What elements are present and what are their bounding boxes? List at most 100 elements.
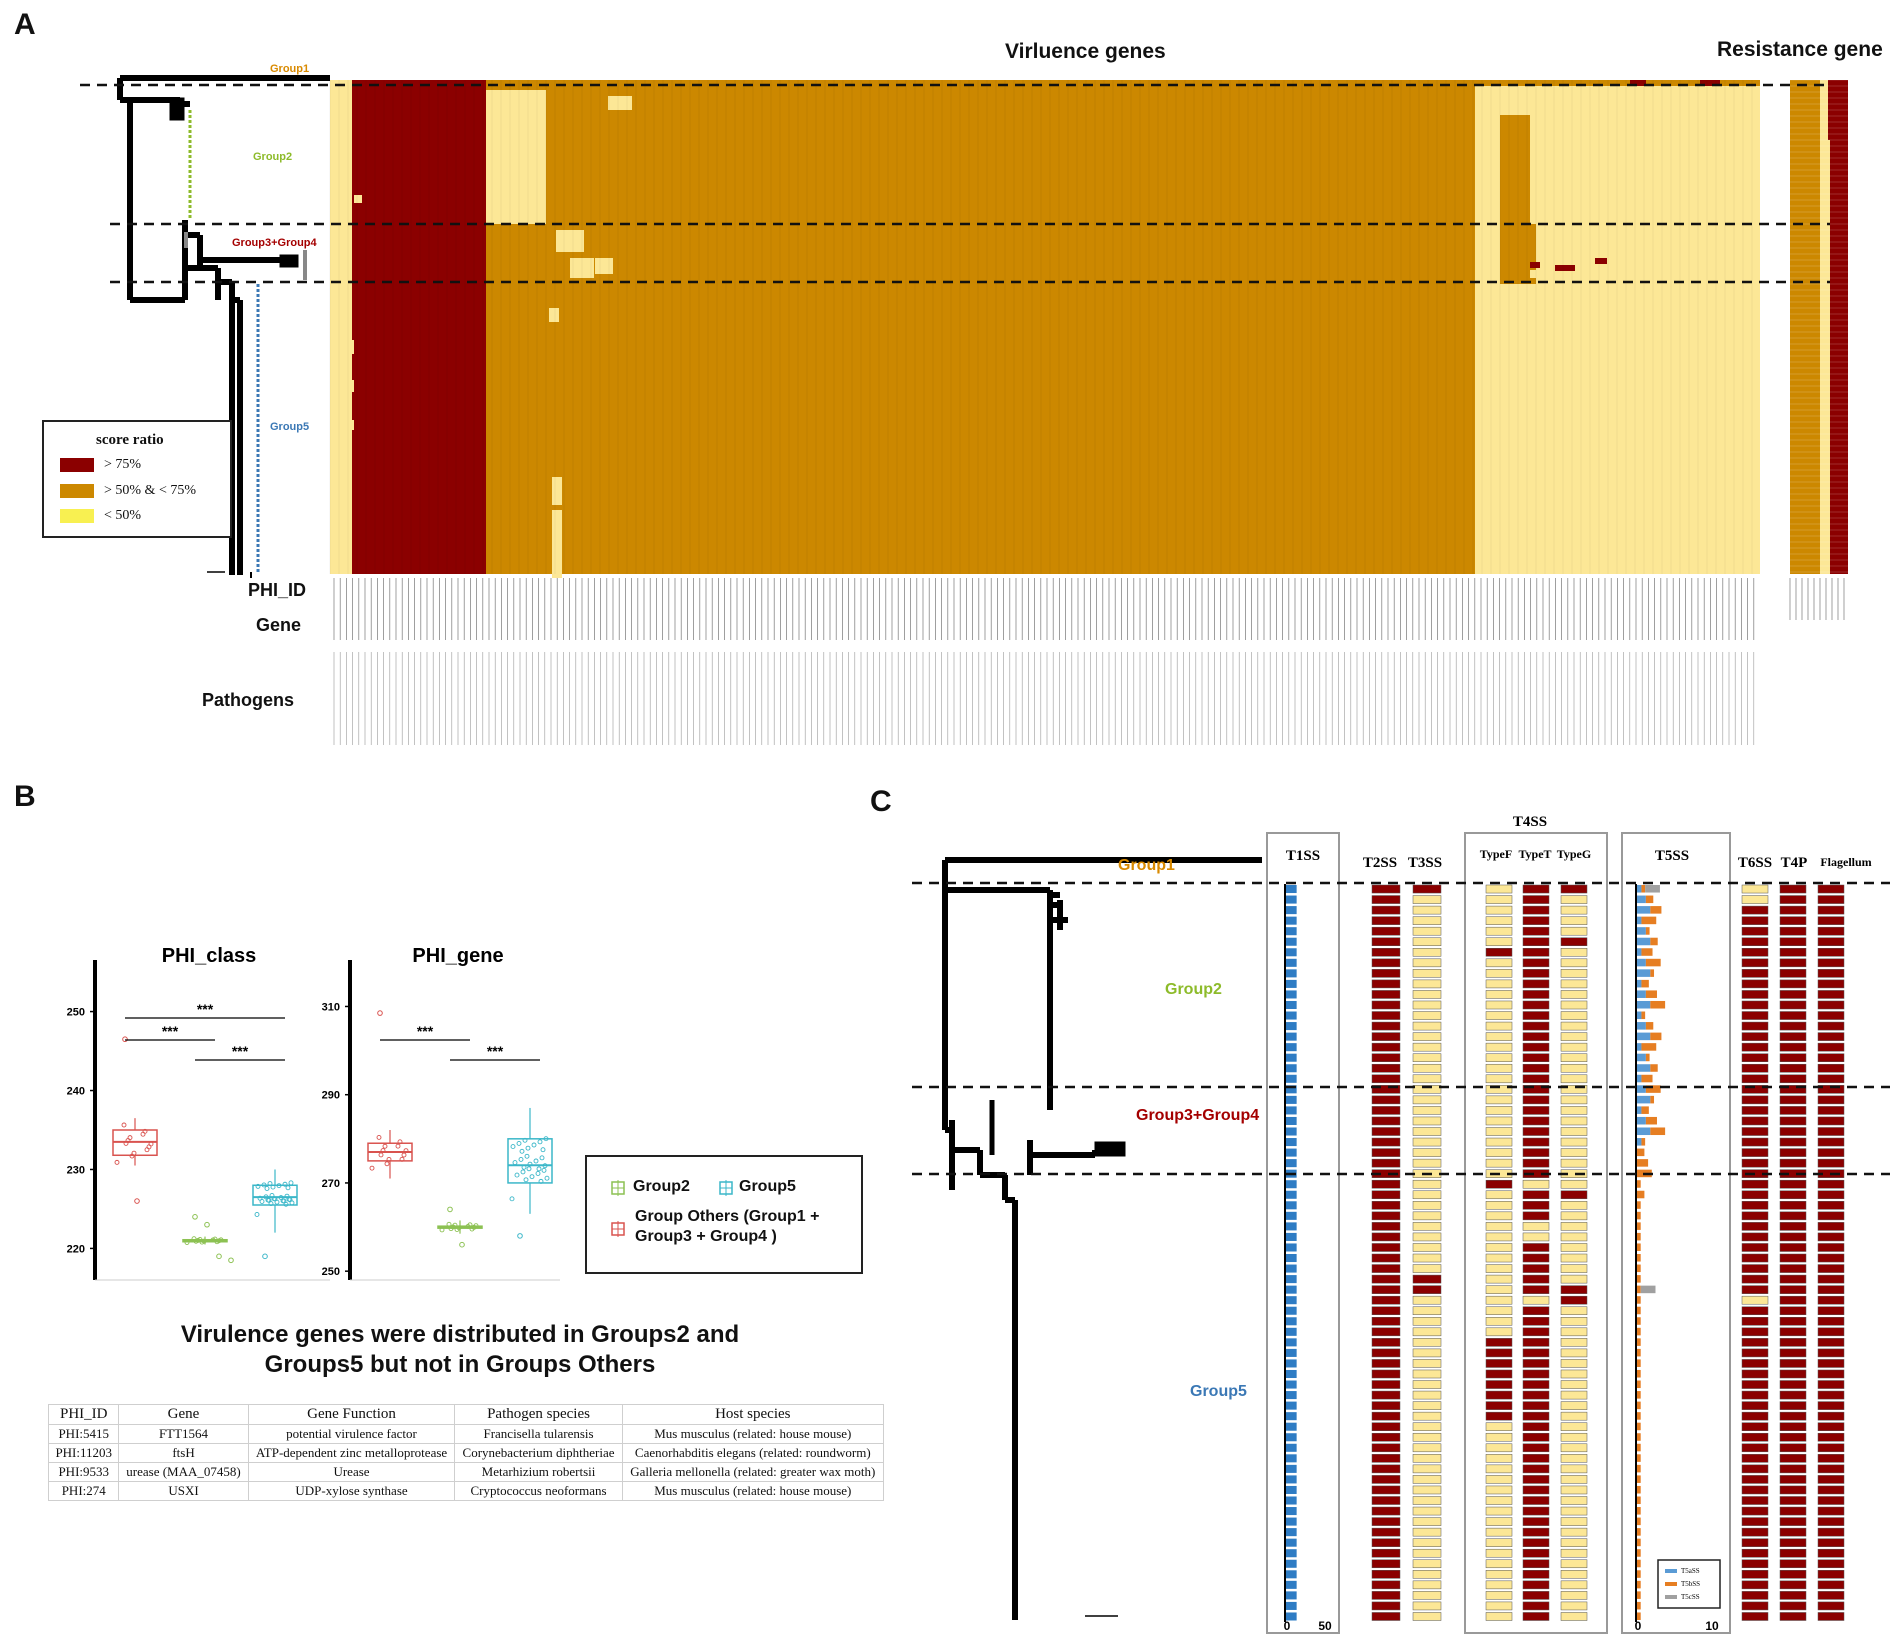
presence-cell <box>1485 1074 1513 1084</box>
presence-cell <box>1412 1538 1442 1547</box>
presence-cell <box>1817 1274 1845 1284</box>
presence-cell <box>1817 1475 1845 1484</box>
outlier-point <box>517 1233 523 1239</box>
presence-cell <box>1560 958 1588 968</box>
presence-cell <box>1371 1527 1401 1537</box>
presence-cell <box>1741 1591 1769 1600</box>
t5ass-bar <box>1637 1106 1642 1114</box>
presence-cell <box>1560 1359 1588 1368</box>
table-cell: Mus musculus (related: house mouse) <box>621 1424 885 1444</box>
presence-cell <box>1560 1612 1588 1621</box>
presence-cell <box>1741 1201 1769 1210</box>
presence-cell <box>1741 1527 1769 1537</box>
presence-cell <box>1817 1000 1845 1010</box>
t5bss-bar <box>1637 1359 1641 1367</box>
presence-cell <box>1741 884 1769 894</box>
table-cell: Cryptococcus neoformans <box>454 1481 623 1501</box>
presence-cell <box>1485 1021 1513 1031</box>
c-group-label-2: Group2 <box>1165 981 1222 998</box>
presence-cell <box>1371 1401 1401 1410</box>
presence-cell <box>1779 1538 1807 1547</box>
col-header-t4p: T4P <box>1781 855 1808 871</box>
presence-cell <box>1412 979 1442 989</box>
presence-cell <box>1371 1411 1401 1421</box>
t5bss-bar <box>1637 1296 1641 1304</box>
t5bss-bar <box>1637 1601 1641 1610</box>
presence-cell <box>1779 1517 1807 1526</box>
presence-cell <box>1560 1222 1588 1231</box>
presence-cell <box>1485 1422 1513 1431</box>
presence-cell <box>1560 884 1588 894</box>
presence-cell <box>1485 1317 1513 1326</box>
presence-cell <box>1779 937 1807 947</box>
group-label-34: Group3+Group4 <box>232 237 318 249</box>
presence-cell <box>1817 1369 1845 1379</box>
presence-cell <box>1371 895 1401 904</box>
presence-cell <box>1412 1591 1442 1600</box>
presence-cell <box>1560 979 1588 989</box>
presence-cell <box>1522 1222 1550 1231</box>
t1ss-bar <box>1286 1296 1297 1305</box>
row-label-gene: Gene <box>256 615 302 635</box>
presence-cell <box>1741 1380 1769 1389</box>
presence-cell <box>1412 1158 1442 1168</box>
t1ss-bar <box>1286 1264 1297 1273</box>
presence-cell <box>1817 1148 1845 1157</box>
presence-cell <box>1485 1232 1513 1242</box>
t1ss-bar <box>1286 916 1297 925</box>
box-legend: Group2 Group5 Group Others (Group1 + Gro… <box>585 1155 863 1274</box>
presence-cell <box>1817 979 1845 989</box>
t5ass-bar <box>1637 1053 1646 1062</box>
presence-cell <box>1522 1243 1550 1252</box>
presence-cell <box>1817 1232 1845 1242</box>
presence-cell <box>1522 1021 1550 1031</box>
panel-letter-c: C <box>870 785 892 818</box>
t5ass-label: T5aSS <box>1681 1567 1700 1575</box>
presence-cell <box>1779 1570 1807 1579</box>
presence-cell <box>1522 895 1550 904</box>
presence-cell <box>1485 916 1513 925</box>
presence-cell <box>1485 948 1513 957</box>
presence-cell <box>1371 1612 1401 1621</box>
presence-cell <box>1412 1285 1442 1294</box>
t5bss-bar <box>1637 1549 1641 1557</box>
presence-cell <box>1522 1306 1550 1316</box>
presence-cell <box>1371 1137 1401 1147</box>
presence-cell <box>1560 1527 1588 1537</box>
presence-cell <box>1817 1612 1845 1621</box>
t5ass-bar <box>1637 1095 1651 1104</box>
presence-cell <box>1371 990 1401 999</box>
presence-cell <box>1412 937 1442 947</box>
data-point <box>529 1174 535 1180</box>
legend-icon-group5 <box>719 1180 733 1196</box>
presence-cell <box>1522 1401 1550 1410</box>
presence-cell <box>1741 1422 1769 1431</box>
presence-cell <box>1371 1042 1401 1052</box>
heatmap-cell <box>346 380 354 392</box>
presence-cell <box>1522 1422 1550 1431</box>
col-header-t6ss: T6SS <box>1738 855 1772 871</box>
legend-label-group5: Group5 <box>739 1178 796 1195</box>
presence-cell <box>1817 926 1845 936</box>
presence-cell <box>1412 1548 1442 1558</box>
presence-cell <box>1412 1348 1442 1358</box>
presence-cell <box>1779 1422 1807 1431</box>
presence-cell <box>1522 948 1550 957</box>
t5bss-bar <box>1637 1401 1641 1410</box>
t5ass-bar <box>1637 979 1642 988</box>
row-label-pathogens: Pathogens <box>202 690 295 710</box>
presence-cell <box>1412 1063 1442 1073</box>
t5ass-bar <box>1637 948 1642 956</box>
presence-cell <box>1485 1475 1513 1484</box>
presence-cell <box>1817 1295 1845 1305</box>
presence-cell <box>1485 1601 1513 1611</box>
presence-cell <box>1560 1295 1588 1305</box>
presence-cell <box>1817 895 1845 904</box>
data-point <box>531 1142 537 1148</box>
t1ss-bar <box>1286 1485 1297 1494</box>
heatmap-cell <box>346 340 354 354</box>
presence-cell <box>1779 1106 1807 1115</box>
presence-cell <box>1560 1506 1588 1516</box>
presence-cell <box>1485 1179 1513 1189</box>
t5ass-bar <box>1637 1011 1642 1020</box>
